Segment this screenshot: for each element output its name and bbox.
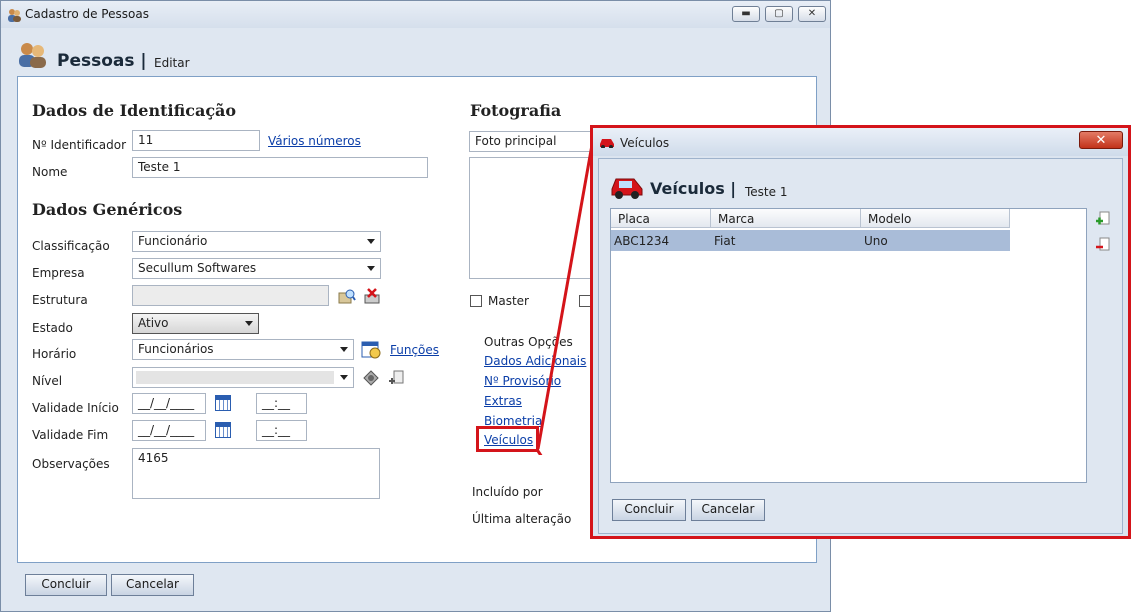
classificacao-label: Classificação [32, 239, 110, 253]
schedule-icon[interactable] [361, 339, 381, 359]
highlight-callout-box [476, 426, 539, 452]
nivel-add-icon[interactable] [388, 369, 406, 387]
horario-label: Horário [32, 347, 77, 361]
estrutura-label: Estrutura [32, 293, 88, 307]
classificacao-select[interactable]: Funcionário [132, 231, 381, 252]
horario-value: Funcionários [138, 342, 214, 356]
column-header-placa[interactable]: Placa [611, 209, 711, 228]
minimize-button[interactable]: ▬ [732, 6, 760, 22]
people-icon [8, 9, 21, 22]
empresa-select[interactable]: Secullum Softwares [132, 258, 381, 279]
funcoes-link[interactable]: Funções [390, 343, 439, 357]
dialog-close-button[interactable]: ✕ [1079, 131, 1123, 149]
structure-clear-icon[interactable] [363, 287, 381, 305]
extras-link[interactable]: Extras [484, 394, 522, 408]
validade-inicio-label: Validade Início [32, 401, 119, 415]
validade-fim-time[interactable]: __:__ [256, 420, 307, 441]
cell-placa: ABC1234 [614, 234, 670, 248]
veiculos-dialog: Veículos ✕ Veículos | Teste 1 Placa Marc… [590, 125, 1131, 539]
close-button[interactable]: ✕ [798, 6, 826, 22]
nome-input[interactable]: Teste 1 [132, 157, 428, 178]
estrutura-input[interactable] [132, 285, 329, 306]
dialog-concluir-button[interactable]: Concluir [612, 499, 686, 521]
section-genericos: Dados Genéricos [32, 200, 183, 219]
window-title: Cadastro de Pessoas [25, 7, 149, 21]
nivel-value-placeholder [136, 371, 334, 384]
empresa-label: Empresa [32, 266, 85, 280]
calendar-icon[interactable] [215, 395, 231, 411]
nivel-label: Nível [32, 374, 63, 388]
structure-search-icon[interactable] [338, 287, 356, 305]
section-fotografia: Fotografia [470, 101, 562, 120]
validade-inicio-date[interactable]: __/__/____ [132, 393, 206, 414]
validade-inicio-time[interactable]: __:__ [256, 393, 307, 414]
ultima-alteracao-label: Última alteração [472, 512, 572, 526]
page-title: Pessoas | [57, 51, 147, 71]
master-label: Master [488, 294, 529, 308]
remove-vehicle-icon[interactable] [1095, 237, 1111, 253]
nome-label: Nome [32, 165, 68, 179]
dropdown-arrow-icon [367, 266, 375, 271]
identificador-input[interactable]: 11 [132, 130, 260, 151]
identificador-label: Nº Identificador [32, 138, 127, 152]
column-header-modelo[interactable]: Modelo [861, 209, 1010, 228]
section-identificacao: Dados de Identificação [32, 101, 237, 120]
dialog-body: Veículos | Teste 1 Placa Marca Modelo AB… [598, 158, 1123, 534]
dropdown-arrow-icon [340, 375, 348, 380]
master-checkbox[interactable] [470, 295, 482, 307]
dialog-title-bar: Veículos ✕ [593, 128, 1128, 156]
cancelar-button[interactable]: Cancelar [111, 574, 194, 596]
observacoes-label: Observações [32, 457, 110, 471]
calendar-icon[interactable] [215, 422, 231, 438]
concluir-button[interactable]: Concluir [25, 574, 107, 596]
page-subtitle: Editar [154, 56, 190, 70]
dialog-header-subtitle: Teste 1 [745, 185, 788, 199]
veiculos-grid: Placa Marca Modelo ABC1234 Fiat Uno [610, 208, 1087, 483]
incluido-por-label: Incluído por [472, 485, 543, 499]
title-bar: Cadastro de Pessoas ▬ ▢ ✕ [1, 1, 830, 28]
horario-select[interactable]: Funcionários [132, 339, 354, 360]
maximize-button[interactable]: ▢ [765, 6, 793, 22]
dialog-cancelar-button[interactable]: Cancelar [691, 499, 765, 521]
cell-modelo: Uno [864, 234, 888, 248]
dropdown-arrow-icon [367, 239, 375, 244]
column-header-marca[interactable]: Marca [711, 209, 861, 228]
empresa-value: Secullum Softwares [138, 261, 257, 275]
nivel-select[interactable] [132, 367, 354, 388]
dialog-title: Veículos [620, 136, 670, 150]
estado-label: Estado [32, 321, 73, 335]
validade-fim-label: Validade Fim [32, 428, 109, 442]
table-row[interactable]: ABC1234 Fiat Uno [611, 230, 1010, 251]
observacoes-textarea[interactable]: 4165 [132, 448, 380, 499]
nivel-edit-icon[interactable] [361, 368, 381, 388]
people-icon [19, 43, 46, 68]
add-vehicle-icon[interactable] [1095, 211, 1111, 227]
estado-select[interactable]: Ativo [132, 313, 259, 334]
cell-marca: Fiat [714, 234, 736, 248]
car-icon [600, 139, 614, 148]
dropdown-arrow-icon [245, 321, 253, 326]
validade-fim-date[interactable]: __/__/____ [132, 420, 206, 441]
varios-numeros-link[interactable]: Vários números [268, 134, 361, 148]
estado-value: Ativo [138, 316, 169, 330]
car-icon [611, 178, 643, 199]
dropdown-arrow-icon [340, 347, 348, 352]
classificacao-value: Funcionário [138, 234, 208, 248]
dialog-header-title: Veículos | [650, 179, 737, 198]
